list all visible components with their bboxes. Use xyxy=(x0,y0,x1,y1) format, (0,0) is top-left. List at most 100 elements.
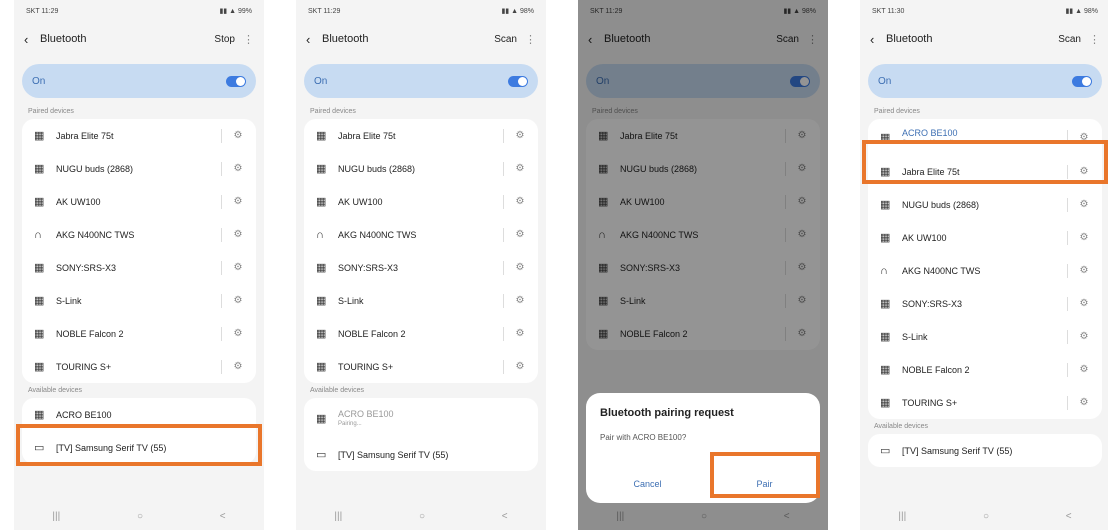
device-row[interactable]: ▦ Jabra Elite 75t ⚙ xyxy=(868,155,1102,188)
more-options-icon[interactable]: ⋮ xyxy=(243,33,254,46)
scan-button[interactable]: Scan xyxy=(1058,34,1081,45)
toggle-switch[interactable] xyxy=(1072,75,1092,87)
device-row[interactable]: ▦ SONY:SRS-X3 ⚙ xyxy=(22,251,256,284)
device-row[interactable]: ▦ TOURING S+ ⚙ xyxy=(868,386,1102,419)
back-icon[interactable]: ‹ xyxy=(870,32,886,47)
device-row[interactable]: ▦ NOBLE Falcon 2 ⚙ xyxy=(22,317,256,350)
device-row[interactable]: ▦ ACRO BE100 Connected for audio ⚙ xyxy=(868,119,1102,155)
device-row[interactable]: ▦ NOBLE Falcon 2 ⚙ xyxy=(868,353,1102,386)
device-row[interactable]: ▦ SONY:SRS-X3 ⚙ xyxy=(304,251,538,284)
device-row[interactable]: ▭ [TV] Samsung Serif TV (55) xyxy=(304,438,538,471)
gear-icon[interactable]: ⚙ xyxy=(1078,132,1090,143)
recent-apps-icon[interactable]: ||| xyxy=(334,511,342,522)
more-options-icon[interactable]: ⋮ xyxy=(525,33,536,46)
device-row[interactable]: ▦ Jabra Elite 75t ⚙ xyxy=(22,119,256,152)
more-options-icon[interactable]: ⋮ xyxy=(1089,33,1100,46)
gear-icon[interactable]: ⚙ xyxy=(514,196,526,207)
gear-icon[interactable]: ⚙ xyxy=(514,328,526,339)
device-row[interactable]: ▭ [TV] Samsung Serif TV (55) xyxy=(868,434,1102,467)
cancel-button[interactable]: Cancel xyxy=(633,479,661,489)
gear-icon[interactable]: ⚙ xyxy=(232,262,244,273)
gear-icon[interactable]: ⚙ xyxy=(1078,298,1090,309)
device-name: Jabra Elite 75t xyxy=(56,130,114,141)
nav-back-icon[interactable]: < xyxy=(220,511,226,522)
device-row[interactable]: ▦ AK UW100 ⚙ xyxy=(868,221,1102,254)
device-row[interactable]: ▦ NUGU buds (2868) ⚙ xyxy=(304,152,538,185)
scan-button[interactable]: Scan xyxy=(494,34,517,45)
device-name: ACRO BE100 xyxy=(56,409,112,420)
gear-icon[interactable]: ⚙ xyxy=(232,295,244,306)
back-icon[interactable]: ‹ xyxy=(306,32,322,47)
device-row[interactable]: ▦ ACRO BE100 xyxy=(22,398,256,431)
device-row[interactable]: ▦ NUGU buds (2868) ⚙ xyxy=(22,152,256,185)
gear-icon[interactable]: ⚙ xyxy=(232,229,244,240)
on-label: On xyxy=(878,75,892,87)
gear-icon[interactable]: ⚙ xyxy=(514,163,526,174)
device-name: ACRO BE100 xyxy=(902,128,958,138)
toggle-switch[interactable] xyxy=(226,75,246,87)
device-row[interactable]: ▦ TOURING S+ ⚙ xyxy=(304,350,538,383)
gear-icon[interactable]: ⚙ xyxy=(514,361,526,372)
gear-icon[interactable]: ⚙ xyxy=(232,328,244,339)
bluetooth-toggle-bar[interactable]: On xyxy=(304,64,538,98)
device-row[interactable]: ∩ AKG N400NC TWS ⚙ xyxy=(22,218,256,251)
nav-back-icon[interactable]: < xyxy=(1066,511,1072,522)
gear-icon[interactable]: ⚙ xyxy=(514,229,526,240)
device-row[interactable]: ▦ S-Link ⚙ xyxy=(868,320,1102,353)
toggle-switch[interactable] xyxy=(508,75,528,87)
gear-icon[interactable]: ⚙ xyxy=(514,130,526,141)
device-icon: ▦ xyxy=(880,397,891,409)
device-row[interactable]: ▦ TOURING S+ ⚙ xyxy=(22,350,256,383)
home-icon[interactable]: ○ xyxy=(419,511,425,522)
home-icon[interactable]: ○ xyxy=(137,511,143,522)
device-row[interactable]: ▦ S-Link ⚙ xyxy=(22,284,256,317)
device-name: AKG N400NC TWS xyxy=(902,265,981,276)
gear-icon[interactable]: ⚙ xyxy=(1078,232,1090,243)
recent-apps-icon[interactable]: ||| xyxy=(898,511,906,522)
device-row[interactable]: ▦ AK UW100 ⚙ xyxy=(304,185,538,218)
device-row[interactable]: ∩ AKG N400NC TWS ⚙ xyxy=(304,218,538,251)
device-row[interactable]: ▦ SONY:SRS-X3 ⚙ xyxy=(868,287,1102,320)
gear-icon[interactable]: ⚙ xyxy=(1078,166,1090,177)
device-row[interactable]: ▭ [TV] Samsung Serif TV (55) xyxy=(22,431,256,464)
status-icons: ▮▮ ▲ 98% xyxy=(501,8,534,15)
phone-screen-2: SKT 11:29 ▮▮ ▲ 98% ‹ Bluetooth Scan ⋮ On… xyxy=(296,0,546,530)
phone-screen-1: SKT 11:29 ▮▮ ▲ 99% ‹ Bluetooth Stop ⋮ On… xyxy=(14,0,264,530)
device-row[interactable]: ▦ ACRO BE100 Pairing... xyxy=(304,398,538,438)
gear-icon[interactable]: ⚙ xyxy=(232,196,244,207)
gear-icon[interactable]: ⚙ xyxy=(1078,397,1090,408)
gear-icon[interactable]: ⚙ xyxy=(232,163,244,174)
recent-apps-icon[interactable]: ||| xyxy=(52,511,60,522)
gear-icon[interactable]: ⚙ xyxy=(1078,199,1090,210)
device-row[interactable]: ▦ Jabra Elite 75t ⚙ xyxy=(304,119,538,152)
device-row[interactable]: ∩ AKG N400NC TWS ⚙ xyxy=(868,254,1102,287)
device-row[interactable]: ▦ S-Link ⚙ xyxy=(304,284,538,317)
device-name: Jabra Elite 75t xyxy=(902,166,960,177)
device-icon: ▦ xyxy=(316,361,327,373)
device-row[interactable]: ▦ AK UW100 ⚙ xyxy=(22,185,256,218)
home-icon[interactable]: ○ xyxy=(983,511,989,522)
gear-icon[interactable]: ⚙ xyxy=(514,295,526,306)
bluetooth-toggle-bar[interactable]: On xyxy=(22,64,256,98)
nav-back-icon[interactable]: < xyxy=(502,511,508,522)
bluetooth-toggle-bar[interactable]: On xyxy=(868,64,1102,98)
device-icon: ▦ xyxy=(34,409,45,421)
device-name: AK UW100 xyxy=(56,196,101,207)
device-icon: ▦ xyxy=(880,232,891,244)
gear-icon[interactable]: ⚙ xyxy=(514,262,526,273)
device-row[interactable]: ▦ NOBLE Falcon 2 ⚙ xyxy=(304,317,538,350)
device-row[interactable]: ▦ NUGU buds (2868) ⚙ xyxy=(868,188,1102,221)
device-name: NUGU buds (2868) xyxy=(56,163,134,174)
device-name: [TV] Samsung Serif TV (55) xyxy=(902,445,1013,456)
back-icon[interactable]: ‹ xyxy=(24,32,40,47)
gear-icon[interactable]: ⚙ xyxy=(1078,331,1090,342)
gear-icon[interactable]: ⚙ xyxy=(232,130,244,141)
gear-icon[interactable]: ⚙ xyxy=(232,361,244,372)
pair-button[interactable]: Pair xyxy=(756,479,772,489)
gear-icon[interactable]: ⚙ xyxy=(1078,265,1090,276)
gear-icon[interactable]: ⚙ xyxy=(1078,364,1090,375)
paired-devices-list: ▦ Jabra Elite 75t ⚙ ▦ NUGU buds (2868) ⚙ ▦ AK… xyxy=(22,119,256,383)
stop-button[interactable]: Stop xyxy=(214,34,235,45)
available-devices-label: Available devices xyxy=(874,423,928,430)
dialog-title: Bluetooth pairing request xyxy=(600,407,734,419)
